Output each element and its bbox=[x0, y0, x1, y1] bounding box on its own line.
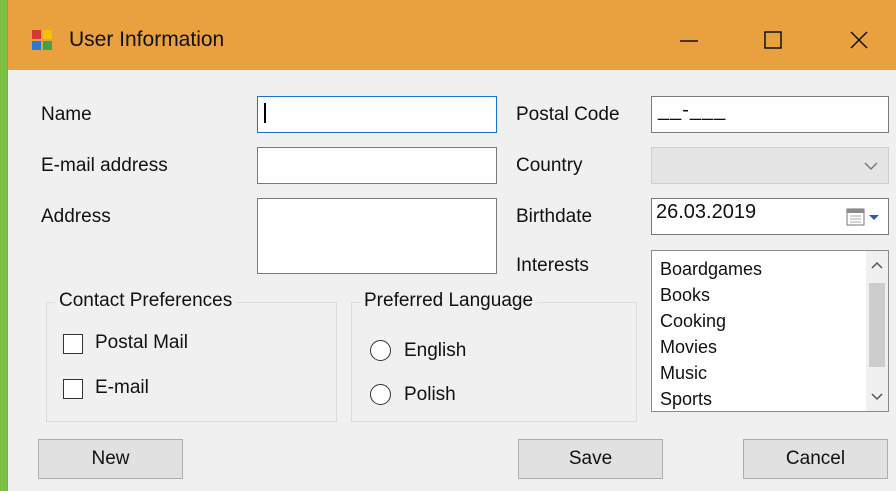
scroll-down-icon[interactable] bbox=[871, 393, 883, 401]
list-item[interactable]: Cooking bbox=[660, 311, 726, 332]
calendar-dropdown-icon[interactable] bbox=[846, 207, 882, 227]
close-button[interactable] bbox=[830, 18, 888, 62]
birthdate-picker[interactable]: 26.03.2019 bbox=[651, 198, 889, 235]
email-input[interactable] bbox=[257, 147, 497, 184]
form-window-icon bbox=[32, 30, 52, 50]
chevron-down-icon bbox=[864, 162, 878, 171]
minimize-button[interactable] bbox=[660, 18, 718, 62]
interests-label: Interests bbox=[516, 255, 589, 276]
cancel-button[interactable]: Cancel bbox=[743, 439, 888, 479]
text-caret bbox=[264, 103, 266, 123]
country-select[interactable] bbox=[651, 147, 889, 184]
title-bar[interactable]: User Information bbox=[8, 0, 896, 70]
window-title: User Information bbox=[69, 28, 225, 51]
contact-preferences-legend: Contact Preferences bbox=[55, 290, 237, 312]
polish-radio[interactable] bbox=[370, 384, 391, 405]
email-option-label[interactable]: E-mail bbox=[95, 377, 149, 399]
preferred-language-group: Preferred Language bbox=[351, 290, 637, 422]
user-information-window: User Information Name E-mail address Add… bbox=[7, 0, 896, 491]
scroll-thumb[interactable] bbox=[869, 283, 885, 367]
postal-code-input[interactable]: __-___ bbox=[651, 96, 889, 133]
address-label: Address bbox=[41, 206, 111, 227]
birthdate-label: Birthdate bbox=[516, 206, 593, 227]
save-button[interactable]: Save bbox=[518, 439, 663, 479]
postal-code-label: Postal Code bbox=[516, 104, 620, 125]
name-label: Name bbox=[41, 104, 92, 125]
english-label[interactable]: English bbox=[404, 340, 466, 362]
address-input[interactable] bbox=[257, 198, 497, 274]
preferred-language-legend: Preferred Language bbox=[360, 290, 538, 312]
list-item[interactable]: Sports bbox=[660, 389, 712, 410]
new-button[interactable]: New bbox=[38, 439, 183, 479]
contact-preferences-group: Contact Preferences bbox=[46, 290, 337, 422]
birthdate-value: 26.03.2019 bbox=[656, 201, 757, 223]
postal-code-mask: __-___ bbox=[658, 99, 727, 121]
list-item[interactable]: Movies bbox=[660, 337, 717, 358]
list-item[interactable]: Books bbox=[660, 285, 710, 306]
interests-scrollbar[interactable] bbox=[866, 251, 888, 411]
name-input[interactable] bbox=[257, 96, 497, 133]
list-item[interactable]: Boardgames bbox=[660, 259, 762, 280]
postal-mail-label[interactable]: Postal Mail bbox=[95, 332, 188, 354]
email-checkbox[interactable] bbox=[63, 379, 83, 399]
postal-mail-checkbox[interactable] bbox=[63, 334, 83, 354]
maximize-icon bbox=[764, 31, 782, 49]
list-item[interactable]: Music bbox=[660, 363, 707, 384]
email-label: E-mail address bbox=[41, 155, 168, 176]
interests-listbox[interactable]: Boardgames Books Cooking Movies Music Sp… bbox=[651, 250, 889, 412]
close-icon bbox=[850, 31, 868, 49]
english-radio[interactable] bbox=[370, 340, 391, 361]
maximize-button[interactable] bbox=[744, 18, 802, 62]
country-label: Country bbox=[516, 155, 583, 176]
minimize-icon bbox=[680, 40, 698, 42]
polish-label[interactable]: Polish bbox=[404, 384, 456, 406]
scroll-up-icon[interactable] bbox=[871, 261, 883, 269]
